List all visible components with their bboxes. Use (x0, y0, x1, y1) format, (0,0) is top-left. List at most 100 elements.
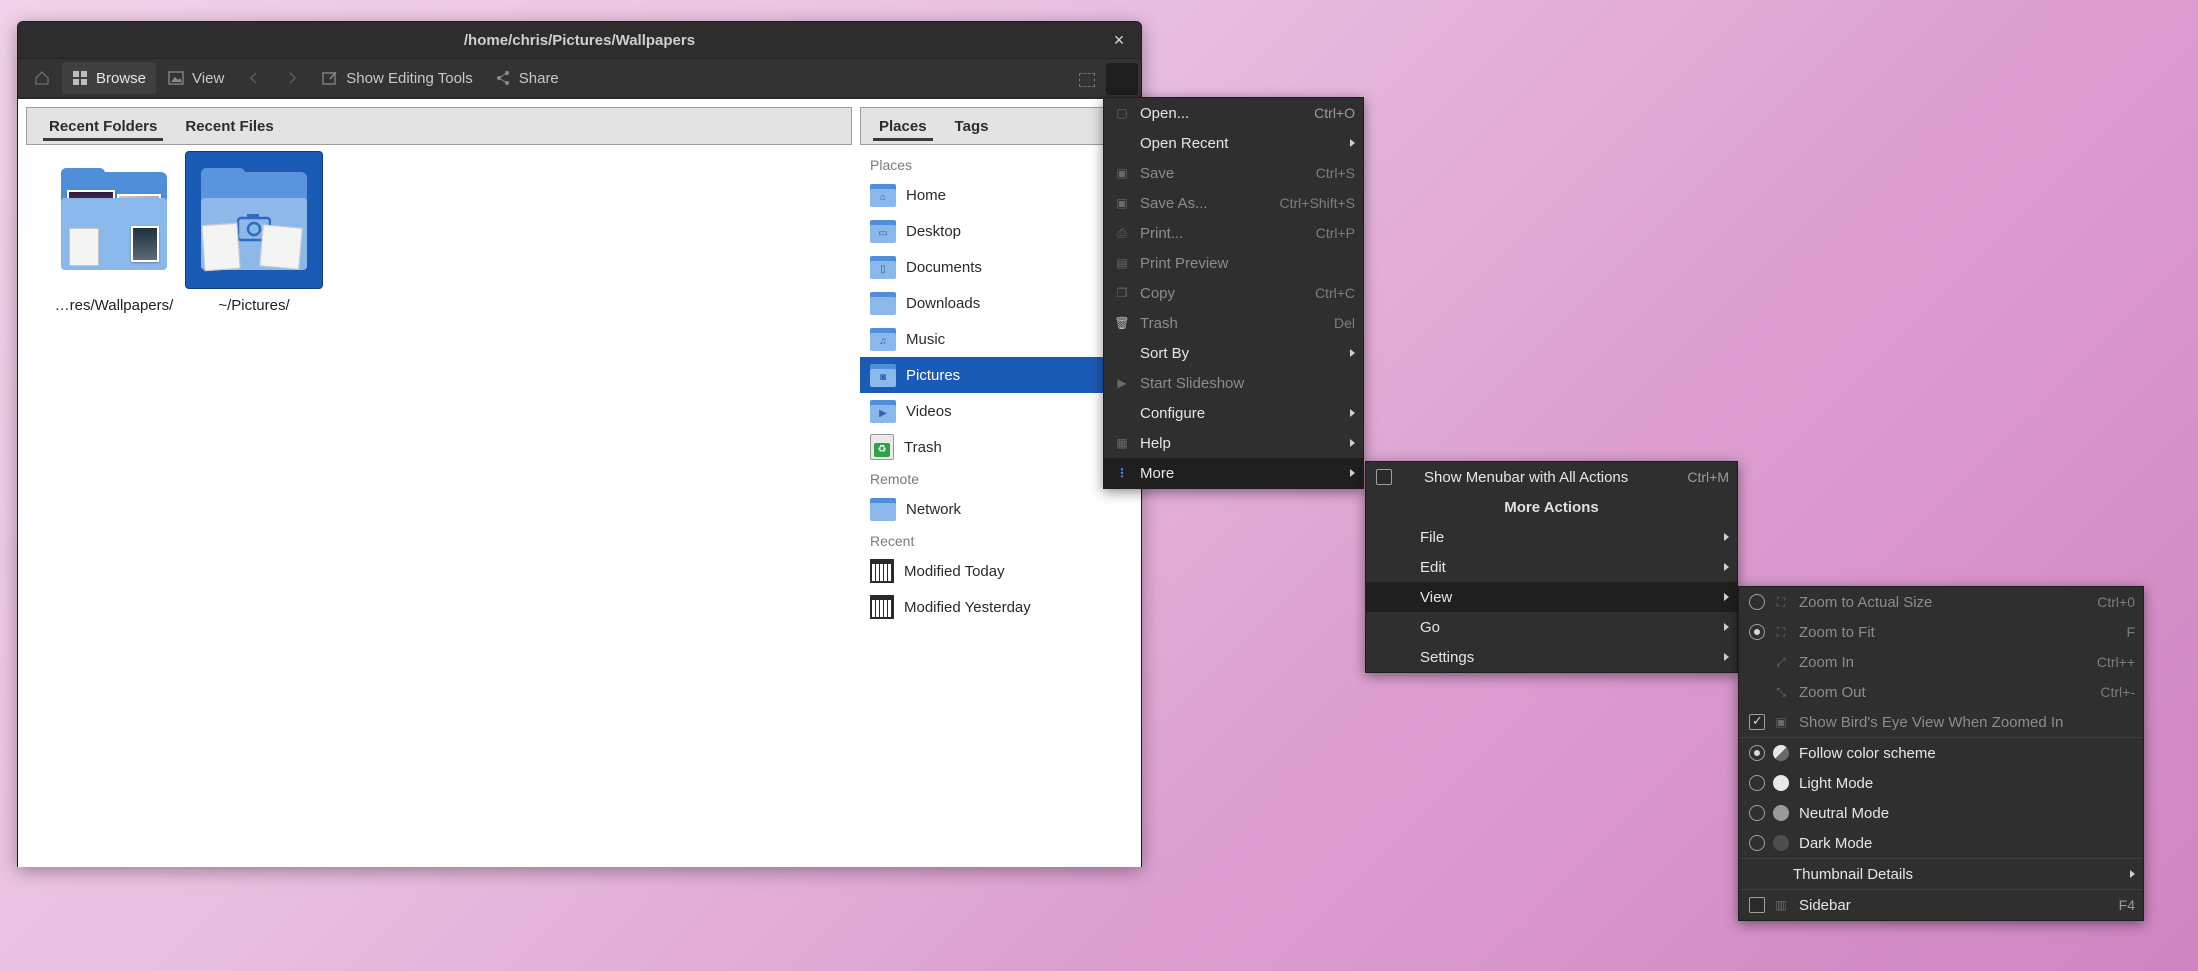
menu-show-menubar[interactable]: Show Menubar with All Actions Ctrl+M (1366, 462, 1737, 492)
close-button[interactable]: × (1109, 30, 1129, 50)
place-home[interactable]: ⌂ Home (860, 177, 1143, 213)
folder-tile-pictures[interactable]: ~/Pictures/ (185, 151, 323, 314)
hamburger-menu-button[interactable] (1106, 63, 1138, 95)
view-button[interactable]: View (158, 62, 234, 94)
menu-light-mode[interactable]: Light Mode (1739, 768, 2143, 798)
place-modified-yesterday[interactable]: Modified Yesterday (860, 589, 1143, 625)
tab-tags[interactable]: Tags (941, 108, 1003, 144)
menu-zoom-actual-size[interactable]: ⛶ Zoom to Actual Size Ctrl+0 (1739, 587, 2143, 617)
place-label: Desktop (906, 222, 962, 240)
menu-configure[interactable]: Configure (1104, 398, 1363, 428)
chevron-right-icon (289, 72, 297, 84)
submenu-arrow-icon (1350, 469, 1355, 477)
menu-trash[interactable]: 🗑 Trash Del (1104, 308, 1363, 338)
tab-places[interactable]: Places (865, 108, 941, 144)
place-documents[interactable]: ▯ Documents (860, 249, 1143, 285)
menu-more[interactable]: ⋮ More (1104, 458, 1363, 488)
menu-label: Follow color scheme (1799, 744, 1936, 762)
menu-edit[interactable]: Edit (1366, 552, 1737, 582)
section-recent: Recent (870, 533, 915, 549)
show-editing-tools-button[interactable]: Show Editing Tools (312, 62, 482, 94)
desktop-folder-icon: ▭ (870, 218, 896, 244)
tab-recent-folders[interactable]: Recent Folders (35, 108, 171, 144)
menu-save-as[interactable]: ▣ Save As... Ctrl+Shift+S (1104, 188, 1363, 218)
menu-label: Thumbnail Details (1793, 865, 1914, 883)
menu-start-slideshow[interactable]: ▶ Start Slideshow (1104, 368, 1363, 398)
place-videos[interactable]: ▶ Videos (860, 393, 1143, 429)
place-music[interactable]: ♫ Music (860, 321, 1143, 357)
menu-open[interactable]: ▢ Open... Ctrl+O (1104, 98, 1363, 128)
menu-label: Zoom Out (1799, 683, 1866, 701)
recent-tabs: Recent Folders Recent Files (26, 107, 852, 145)
menu-sort-by[interactable]: Sort By (1104, 338, 1363, 368)
window-title: /home/chris/Pictures/Wallpapers (463, 31, 696, 49)
content-area: Recent Folders Recent Files …res/Wallpap… (18, 99, 1143, 867)
menu-label: File (1420, 528, 1445, 546)
menu-label: Settings (1420, 648, 1475, 666)
menu-thumbnail-details[interactable]: Thumbnail Details (1739, 859, 2143, 889)
tab-recent-files[interactable]: Recent Files (171, 108, 287, 144)
menu-zoom-to-fit[interactable]: ⛶ Zoom to Fit F (1739, 617, 2143, 647)
folder-thumbnail (45, 151, 183, 289)
help-icon: ▦ (1116, 436, 1128, 450)
print-icon: ⎙ (1117, 225, 1127, 240)
menu-birds-eye-view[interactable]: ▣ Show Bird's Eye View When Zoomed In (1739, 707, 2143, 737)
menu-follow-color-scheme[interactable]: Follow color scheme (1739, 738, 2143, 768)
share-button[interactable]: Share (485, 62, 569, 94)
main-menu: ▢ Open... Ctrl+O Open Recent ▣ Save Ctrl+S ▣… (1103, 97, 1364, 489)
place-network[interactable]: Network (860, 491, 1143, 527)
menu-zoom-in[interactable]: ⤢ Zoom In Ctrl++ (1739, 647, 2143, 677)
place-desktop[interactable]: ▭ Desktop (860, 213, 1143, 249)
menu-label: Zoom In (1799, 653, 1855, 671)
menu-sidebar[interactable]: ▥ Sidebar F4 (1739, 890, 2143, 920)
submenu-arrow-icon (1724, 533, 1729, 541)
view-label: View (192, 69, 225, 87)
menu-help[interactable]: ▦ Help (1104, 428, 1363, 458)
radio-button[interactable] (1749, 594, 1765, 610)
radio-button[interactable] (1749, 624, 1765, 640)
menu-open-recent[interactable]: Open Recent (1104, 128, 1363, 158)
menu-dark-mode[interactable]: Dark Mode (1739, 828, 2143, 858)
menu-print-preview[interactable]: ▤ Print Preview (1104, 248, 1363, 278)
menu-label: Sidebar (1799, 896, 1851, 914)
menu-print[interactable]: ⎙ Print... Ctrl+P (1104, 218, 1363, 248)
home-button[interactable] (24, 62, 60, 94)
forward-button[interactable] (274, 62, 310, 94)
image-icon (168, 71, 184, 85)
more-menu: Show Menubar with All Actions Ctrl+M Mor… (1365, 461, 1738, 673)
radio-button[interactable] (1749, 775, 1765, 791)
place-modified-today[interactable]: Modified Today (860, 553, 1143, 589)
show-menubar-checkbox[interactable] (1376, 469, 1392, 485)
checkbox[interactable] (1749, 713, 1765, 730)
menubar-icon (1400, 469, 1416, 485)
menu-go[interactable]: Go (1366, 612, 1737, 642)
back-button[interactable] (236, 62, 272, 94)
edit-image-icon (322, 71, 337, 85)
chevron-left-icon (250, 72, 257, 84)
place-trash[interactable]: Trash (860, 429, 1143, 465)
radio-button[interactable] (1749, 805, 1765, 821)
menu-label: Copy (1140, 284, 1176, 302)
browse-button[interactable]: Browse (62, 62, 157, 94)
menu-neutral-mode[interactable]: Neutral Mode (1739, 798, 2143, 828)
menu-copy[interactable]: ❐ Copy Ctrl+C (1104, 278, 1363, 308)
radio-button[interactable] (1749, 835, 1765, 851)
menu-file[interactable]: File (1366, 522, 1737, 552)
folder-tile-wallpapers[interactable]: …res/Wallpapers/ (45, 151, 183, 314)
fullscreen-icon[interactable] (1079, 73, 1095, 87)
save-icon: ▣ (1116, 166, 1128, 180)
zoom-out-icon: ⤡ (1776, 684, 1786, 699)
menu-zoom-out[interactable]: ⤡ Zoom Out Ctrl+- (1739, 677, 2143, 707)
menu-view[interactable]: View (1366, 582, 1737, 612)
checkbox[interactable] (1749, 897, 1765, 913)
menu-settings[interactable]: Settings (1366, 642, 1737, 672)
place-label: Documents (906, 258, 982, 276)
view-menu: ⛶ Zoom to Actual Size Ctrl+0 ⛶ Zoom to Fit F… (1738, 586, 2144, 921)
menu-label: Show Bird's Eye View When Zoomed In (1799, 713, 2064, 731)
folder-thumbnail (185, 151, 323, 289)
menu-save[interactable]: ▣ Save Ctrl+S (1104, 158, 1363, 188)
place-pictures[interactable]: ◙ Pictures (860, 357, 1143, 393)
menu-shortcut: Ctrl+- (2100, 684, 2135, 700)
place-downloads[interactable]: Downloads (860, 285, 1143, 321)
radio-button[interactable] (1749, 745, 1765, 761)
